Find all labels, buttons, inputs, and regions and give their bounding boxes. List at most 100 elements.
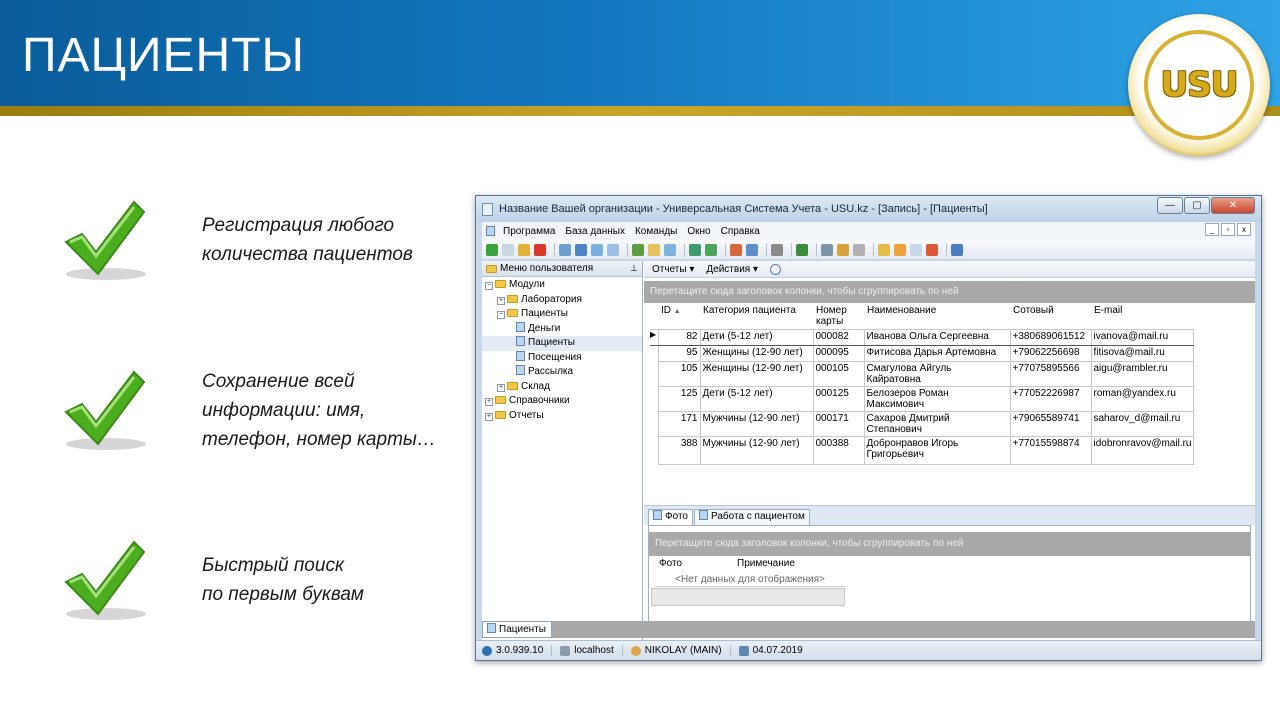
tab-patients[interactable]: Пациенты (482, 621, 552, 638)
tree-item[interactable]: Пациенты (482, 336, 642, 351)
grid-cell[interactable]: idobronravov@mail.ru (1090, 436, 1195, 465)
grid-cell[interactable]: Иванова Ольга Сергеевна (863, 329, 1011, 346)
search-icon[interactable] (559, 243, 571, 256)
window-titlebar[interactable]: Название Вашей организации - Универсальн… (476, 196, 1261, 222)
mdi-close-button[interactable]: x (1237, 223, 1251, 236)
tree-item[interactable]: Посещения (482, 350, 642, 366)
maximize-button[interactable]: ▢ (1184, 197, 1210, 214)
collapse-icon[interactable]: − (497, 311, 505, 319)
tree-item[interactable]: + Склад (482, 380, 642, 395)
tree-item[interactable]: + Отчеты (482, 409, 642, 424)
col-name[interactable]: Наименование (864, 303, 1010, 330)
table-row[interactable]: 125 Дети (5-12 лет) 000125 Белозеров Роман … (650, 386, 1195, 412)
grid-cell[interactable]: +380689061512 (1009, 329, 1092, 346)
col-card-number[interactable]: Номер карты (813, 303, 864, 330)
table-row[interactable]: 95 Женщины (12-90 лет) 000095 Фитисова Дарь… (650, 345, 1195, 362)
expand-icon[interactable]: + (497, 383, 505, 392)
add-icon[interactable] (486, 243, 498, 256)
grid-cell[interactable]: 000171 (812, 411, 865, 437)
grid-cell[interactable]: 000105 (812, 361, 865, 387)
sort-icon[interactable] (591, 243, 603, 256)
tree-item[interactable]: + Справочники (482, 394, 642, 409)
print-icon[interactable] (664, 243, 676, 256)
grid-cell[interactable]: Фитисова Дарья Артемовна (863, 345, 1011, 362)
grid-cell[interactable]: Мужчины (12-90 лет) (699, 411, 814, 437)
grid-cell[interactable]: aigu@rambler.ru (1090, 361, 1195, 387)
grid-cell[interactable]: +77052226987 (1009, 386, 1092, 412)
export-icon[interactable] (632, 243, 644, 256)
grid-cell[interactable]: Дети (5-12 лет) (699, 386, 814, 412)
chart-icon[interactable] (910, 243, 922, 256)
info-icon[interactable] (951, 243, 963, 256)
actions-dropdown[interactable]: Действия ▾ (706, 264, 758, 275)
users-icon[interactable] (894, 243, 906, 256)
menu-database[interactable]: База данных (565, 226, 625, 237)
collapse-icon[interactable]: − (485, 282, 493, 290)
close-button[interactable]: ✕ (1211, 197, 1255, 214)
col-photo[interactable]: Фото (655, 558, 737, 569)
notes-icon[interactable] (853, 243, 865, 256)
grid-cell[interactable]: Сахаров Дмитрий Степанович (863, 411, 1011, 437)
tab-photo[interactable]: Фото (648, 509, 693, 526)
mdi-minimize-button[interactable]: _ (1205, 223, 1219, 236)
expand-icon[interactable]: + (485, 398, 493, 406)
tree-item[interactable]: Рассылка (482, 365, 642, 380)
grid-cell[interactable]: Женщины (12-90 лет) (699, 345, 814, 362)
filter-icon[interactable] (575, 243, 587, 256)
tree-item[interactable]: − Пациенты (482, 307, 642, 322)
grid-cell[interactable]: 171 (657, 411, 701, 437)
grid-cell[interactable]: +79062256698 (1009, 345, 1092, 362)
tools-icon[interactable] (821, 243, 833, 256)
grid-cell[interactable]: Женщины (12-90 лет) (699, 361, 814, 387)
calendar-icon[interactable] (796, 243, 808, 256)
sound-icon[interactable] (771, 243, 783, 256)
col-id[interactable]: ID ▲ (658, 303, 700, 330)
copy-icon[interactable] (502, 243, 514, 256)
table-row[interactable]: 105 Женщины (12-90 лет) 000105 Смагулова Ай… (650, 361, 1195, 387)
refresh-icon[interactable] (607, 243, 619, 256)
grid-cell[interactable]: 105 (657, 361, 701, 387)
grid-cell[interactable]: 82 (657, 329, 701, 346)
grid-cell[interactable]: 125 (657, 386, 701, 412)
window-icon[interactable] (730, 243, 742, 256)
lock-icon[interactable] (878, 243, 890, 256)
grid-cell[interactable]: saharov_d@mail.ru (1090, 411, 1195, 437)
pin-icon[interactable]: ⊥ (630, 263, 638, 274)
grid-cell[interactable]: +79065589741 (1009, 411, 1092, 437)
table-row[interactable]: 171 Мужчины (12-90 лет) 000171 Сахаров Дмит… (650, 411, 1195, 437)
grid-cell[interactable]: 000082 (812, 329, 865, 346)
mdi-restore-button[interactable]: ▫ (1221, 223, 1235, 236)
tree-item[interactable]: − Модули (482, 278, 642, 293)
clock-icon[interactable] (770, 263, 782, 275)
col-email[interactable]: E-mail (1091, 303, 1194, 330)
layout-icon[interactable] (746, 243, 758, 256)
menu-window[interactable]: Окно (687, 226, 710, 237)
excel-icon[interactable] (689, 243, 701, 256)
grid-cell[interactable]: 388 (657, 436, 701, 465)
expand-icon[interactable]: + (497, 296, 505, 305)
col-phone[interactable]: Сотовый (1010, 303, 1091, 330)
grid-cell[interactable]: +77015598874 (1009, 436, 1092, 465)
tab-patient-work[interactable]: Работа с пациентом (694, 509, 810, 525)
tree-item[interactable]: Деньги (482, 321, 642, 337)
grid-cell[interactable]: 000125 (812, 386, 865, 412)
grid-cell[interactable]: fitisova@mail.ru (1090, 345, 1195, 362)
settings-icon[interactable] (837, 243, 849, 256)
grid-cell[interactable]: Добронравов Игорь Григорьевич (863, 436, 1011, 465)
tree-item[interactable]: + Лаборатория (482, 293, 642, 308)
col-category[interactable]: Категория пациента (700, 303, 813, 330)
reports-dropdown[interactable]: Отчеты ▾ (652, 264, 694, 275)
grid-cell[interactable]: 000095 (812, 345, 865, 362)
grid-cell[interactable]: Белозеров Роман Максимович (863, 386, 1011, 412)
grid-cell[interactable]: roman@yandex.ru (1090, 386, 1195, 412)
grid-cell[interactable]: Дети (5-12 лет) (699, 329, 814, 346)
exit-icon[interactable] (926, 243, 938, 256)
expand-icon[interactable]: + (485, 412, 493, 421)
menu-help[interactable]: Справка (721, 226, 760, 237)
grid-cell[interactable]: Смагулова Айгуль Кайратовна (863, 361, 1011, 387)
table-row[interactable]: 388 Мужчины (12-90 лет) 000388 Добронравов … (650, 436, 1195, 465)
grid-cell[interactable]: 95 (657, 345, 701, 362)
grid-cell[interactable]: ivanova@mail.ru (1090, 329, 1195, 346)
grid-cell[interactable]: +77075895566 (1009, 361, 1092, 387)
edit-icon[interactable] (518, 243, 530, 256)
